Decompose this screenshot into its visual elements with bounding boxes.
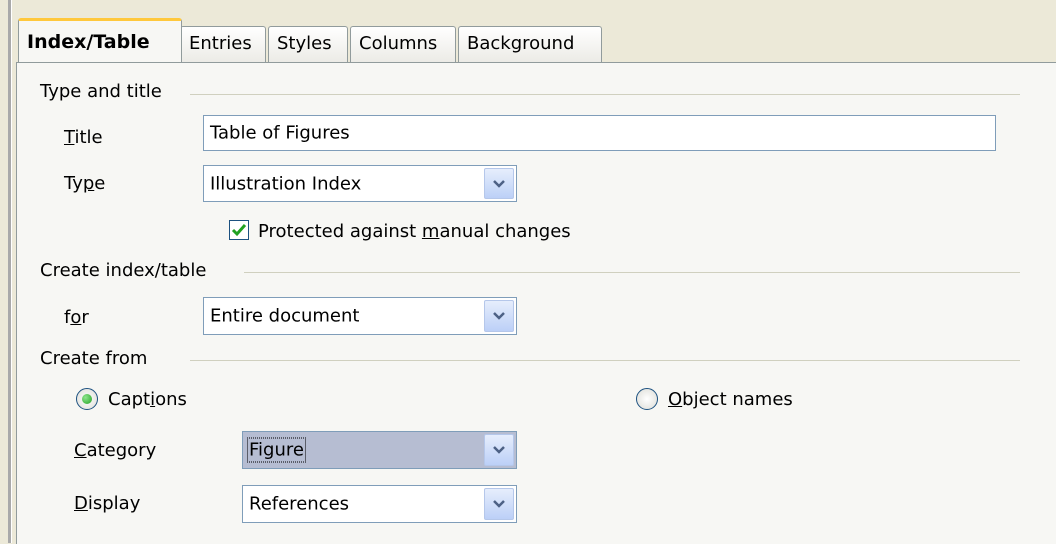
tab-label: Entries <box>189 33 252 54</box>
group-heading-create-index: Create index/table <box>40 260 215 281</box>
category-select-value: Figure <box>247 437 306 463</box>
separator <box>190 360 1020 361</box>
chevron-down-icon[interactable] <box>484 300 514 332</box>
group-heading-type-and-title: Type and title <box>40 81 170 102</box>
display-label: Display <box>74 493 141 514</box>
tab-label: Styles <box>277 33 332 54</box>
type-select[interactable]: Illustration Index <box>203 165 517 202</box>
captions-radio[interactable] <box>76 388 98 410</box>
category-label: Category <box>74 440 157 461</box>
protected-label[interactable]: Protected against manual changes <box>258 221 571 242</box>
for-select[interactable]: Entire document <box>203 297 517 335</box>
object-names-label[interactable]: Object names <box>668 389 793 410</box>
tab-styles[interactable]: Styles <box>268 26 348 62</box>
display-select-value: References <box>249 493 350 515</box>
type-label: Type <box>64 173 106 194</box>
tab-label: Index/Table <box>27 31 150 53</box>
for-select-value: Entire document <box>210 305 360 327</box>
tab-label: Columns <box>359 33 438 54</box>
for-label: for <box>64 307 89 328</box>
title-input-value: Table of Figures <box>210 122 350 144</box>
tab-entries[interactable]: Entries <box>180 26 266 62</box>
separator <box>244 272 1020 273</box>
chevron-down-icon[interactable] <box>484 488 514 520</box>
display-select[interactable]: References <box>242 485 517 523</box>
tab-index-table[interactable]: Index/Table <box>18 18 182 62</box>
group-heading-create-from: Create from <box>40 348 156 369</box>
type-select-value: Illustration Index <box>210 173 362 194</box>
separator <box>190 94 1020 95</box>
chevron-down-icon[interactable] <box>484 168 514 199</box>
tab-label: Background <box>467 33 575 54</box>
chevron-down-icon[interactable] <box>484 434 514 466</box>
object-names-radio[interactable] <box>636 388 658 410</box>
tab-columns[interactable]: Columns <box>350 26 456 62</box>
tab-background[interactable]: Background <box>458 26 602 62</box>
title-input[interactable]: Table of Figures <box>203 115 996 151</box>
radio-dot-icon <box>82 394 92 404</box>
title-label: Title <box>64 127 103 148</box>
category-select[interactable]: Figure <box>242 431 517 469</box>
checkmark-icon <box>231 224 247 237</box>
window-edge <box>8 0 12 543</box>
captions-label[interactable]: Captions <box>108 389 187 410</box>
protected-checkbox[interactable] <box>229 220 249 240</box>
